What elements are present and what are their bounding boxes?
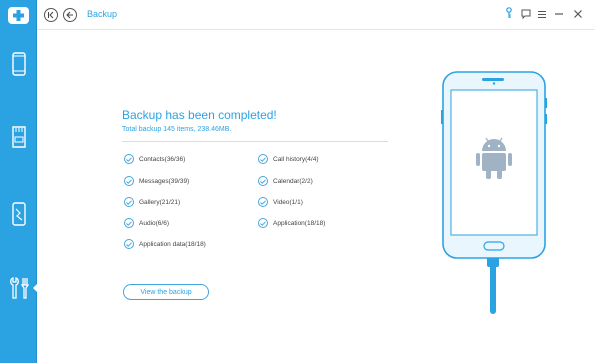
sidebar-item-sd-card[interactable]: [0, 115, 37, 159]
menu-icon: [537, 6, 547, 24]
feedback-button[interactable]: [520, 9, 532, 21]
backup-item-label: Messages(39/39): [139, 177, 190, 185]
sidebar-item-broken-phone[interactable]: [0, 192, 37, 236]
backup-item-label: Gallery(21/21): [139, 198, 181, 206]
menu-button[interactable]: [536, 9, 548, 21]
backup-item-label: Call history(4/4): [273, 155, 319, 163]
broken-phone-icon: [11, 202, 26, 226]
sidebar: [0, 0, 38, 363]
page-title: Backup: [87, 9, 118, 19]
backup-item-messages: Messages(39/39): [124, 175, 189, 187]
backup-item-label: Application data(18/18): [139, 240, 206, 248]
check-circle-icon: [124, 218, 134, 228]
check-circle-icon: [258, 176, 268, 186]
minimize-button[interactable]: [553, 9, 565, 21]
backup-item-label: Contacts(36/36): [139, 155, 186, 163]
backup-item-call-history: Call history(4/4): [258, 153, 319, 165]
check-circle-icon: [124, 239, 134, 249]
app-logo: [8, 7, 29, 24]
skip-back-icon: [47, 6, 55, 24]
backup-complete-title: Backup has been completed!: [122, 108, 277, 122]
backup-item-contacts: Contacts(36/36): [124, 153, 185, 165]
check-circle-icon: [124, 197, 134, 207]
sidebar-item-phone[interactable]: [0, 42, 37, 86]
back-button[interactable]: [63, 8, 77, 22]
check-circle-icon: [124, 154, 134, 164]
backup-item-label: Video(1/1): [273, 198, 303, 206]
sd-card-icon: [10, 126, 28, 148]
key-icon: [505, 6, 513, 24]
close-icon: [573, 6, 583, 24]
sidebar-item-tools[interactable]: [0, 266, 38, 310]
minimize-icon: [554, 6, 564, 24]
feedback-icon: [521, 6, 531, 24]
divider: [122, 141, 388, 142]
android-phone-illustration: [441, 71, 547, 259]
backup-item-video: Video(1/1): [258, 196, 303, 208]
key-button[interactable]: [503, 6, 515, 24]
phone-icon: [11, 52, 26, 76]
check-circle-icon: [258, 154, 268, 164]
backup-item-calendar: Calendar(2/2): [258, 175, 313, 187]
backup-item-label: Application(18/18): [273, 219, 326, 227]
view-backup-button[interactable]: View the backup: [123, 284, 209, 300]
home-button[interactable]: [44, 8, 58, 22]
check-circle-icon: [258, 197, 268, 207]
check-circle-icon: [124, 176, 134, 186]
tools-icon: [8, 276, 30, 300]
backup-item-audio: Audio(6/6): [124, 217, 169, 229]
backup-item-application-data: Application data(18/18): [124, 238, 206, 250]
backup-item-gallery: Gallery(21/21): [124, 196, 180, 208]
backup-summary: Total backup 145 items, 238.46MB.: [122, 126, 232, 133]
top-bar: Backup: [37, 0, 595, 30]
close-button[interactable]: [572, 9, 584, 21]
backup-item-label: Audio(6/6): [139, 219, 169, 227]
check-circle-icon: [258, 218, 268, 228]
backup-item-label: Calendar(2/2): [273, 177, 313, 185]
backup-item-application: Application(18/18): [258, 217, 325, 229]
arrow-left-icon: [66, 6, 74, 24]
